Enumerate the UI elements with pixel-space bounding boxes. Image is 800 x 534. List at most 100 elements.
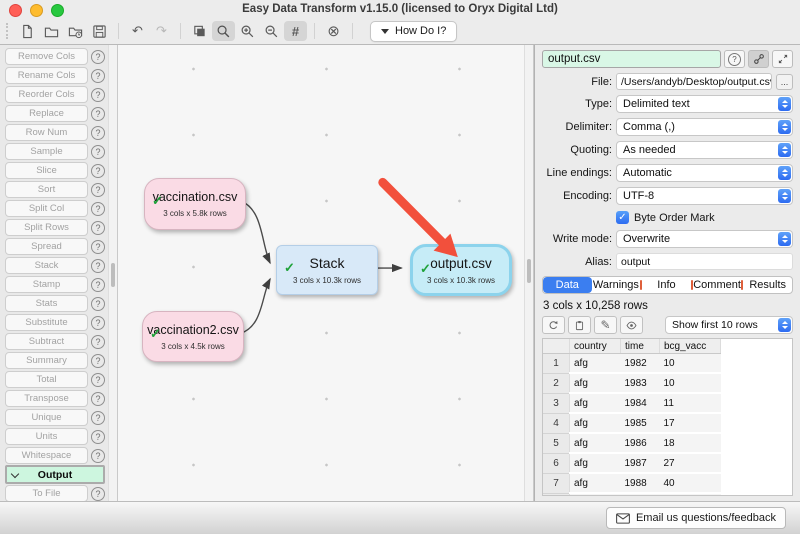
center-view-button[interactable] bbox=[188, 21, 211, 41]
open-recent-button[interactable] bbox=[64, 21, 87, 41]
table-cell[interactable]: 1986 bbox=[621, 433, 660, 453]
row-number[interactable]: 2 bbox=[543, 373, 570, 393]
line-endings-popup[interactable]: Automatic bbox=[616, 164, 793, 182]
sidebar-item-row-num[interactable]: Row Num bbox=[5, 124, 88, 141]
help-button[interactable]: ? bbox=[91, 335, 105, 349]
close-window-button[interactable] bbox=[9, 4, 22, 17]
row-number[interactable]: 7 bbox=[543, 473, 570, 493]
table-cell[interactable]: afg bbox=[570, 354, 621, 374]
sidebar-item-unique[interactable]: Unique bbox=[5, 409, 88, 426]
save-button[interactable] bbox=[88, 21, 111, 41]
write-mode-popup[interactable]: Overwrite bbox=[616, 230, 793, 248]
help-button[interactable]: ? bbox=[91, 373, 105, 387]
node-canvas[interactable]: ✓ vaccination.csv 3 cols x 5.8k rows ✓ v… bbox=[118, 45, 524, 501]
table-cell[interactable]: 17 bbox=[660, 413, 721, 433]
row-number[interactable]: 6 bbox=[543, 453, 570, 473]
email-feedback-button[interactable]: Email us questions/feedback bbox=[606, 507, 786, 529]
node-stack[interactable]: ✓ Stack 3 cols x 10.3k rows bbox=[276, 245, 378, 295]
help-button[interactable]: ? bbox=[91, 316, 105, 330]
type-popup[interactable]: Delimited text bbox=[616, 95, 793, 113]
help-button[interactable]: ? bbox=[91, 221, 105, 235]
alias-input[interactable]: output bbox=[616, 253, 793, 270]
tab-data[interactable]: Data bbox=[543, 277, 592, 293]
help-button[interactable]: ? bbox=[91, 107, 105, 121]
help-button[interactable]: ? bbox=[91, 50, 105, 64]
sidebar-item-stack[interactable]: Stack bbox=[5, 257, 88, 274]
sidebar-item-transpose[interactable]: Transpose bbox=[5, 390, 88, 407]
show-rows-popup[interactable]: Show first 10 rows bbox=[665, 316, 793, 334]
help-button[interactable]: ? bbox=[724, 50, 745, 68]
column-header-country[interactable]: country bbox=[570, 339, 621, 354]
table-cell[interactable]: afg bbox=[570, 373, 621, 393]
table-cell[interactable]: 10 bbox=[660, 373, 721, 393]
sidebar-item-units[interactable]: Units bbox=[5, 428, 88, 445]
browse-button[interactable]: ... bbox=[776, 74, 793, 90]
canvas-scrollbar[interactable] bbox=[524, 45, 534, 501]
toggle-grid-button[interactable]: # bbox=[284, 21, 307, 41]
sidebar-item-spread[interactable]: Spread bbox=[5, 238, 88, 255]
table-cell[interactable]: 18 bbox=[660, 433, 721, 453]
tab-results[interactable]: Results bbox=[743, 277, 792, 293]
help-button[interactable]: ? bbox=[91, 69, 105, 83]
node-vaccination-csv[interactable]: ✓ vaccination.csv 3 cols x 5.8k rows bbox=[144, 178, 246, 230]
table-cell[interactable]: afg bbox=[570, 493, 621, 496]
sidebar-item-summary[interactable]: Summary bbox=[5, 352, 88, 369]
help-button[interactable]: ? bbox=[91, 88, 105, 102]
help-button[interactable]: ? bbox=[91, 202, 105, 216]
minimize-window-button[interactable] bbox=[30, 4, 43, 17]
zoom-in-button[interactable] bbox=[236, 21, 259, 41]
sidebar-scrollbar[interactable] bbox=[108, 45, 118, 501]
table-cell[interactable]: afg bbox=[570, 393, 621, 413]
tab-info[interactable]: Info bbox=[642, 277, 691, 293]
help-button[interactable]: ? bbox=[91, 278, 105, 292]
sidebar-item-split-rows[interactable]: Split Rows bbox=[5, 219, 88, 236]
zoom-window-button[interactable] bbox=[51, 4, 64, 17]
help-button[interactable]: ? bbox=[91, 183, 105, 197]
preview-button[interactable] bbox=[620, 316, 643, 334]
help-button[interactable]: ? bbox=[91, 240, 105, 254]
help-button[interactable]: ? bbox=[91, 487, 105, 501]
row-number[interactable]: 4 bbox=[543, 413, 570, 433]
sidebar-item-slice[interactable]: Slice bbox=[5, 162, 88, 179]
tab-comment[interactable]: Comment bbox=[693, 277, 742, 293]
sidebar-item-sample[interactable]: Sample bbox=[5, 143, 88, 160]
sidebar-item-subtract[interactable]: Subtract bbox=[5, 333, 88, 350]
canvas-scroll-thumb[interactable] bbox=[527, 259, 531, 283]
help-button[interactable]: ? bbox=[91, 164, 105, 178]
sidebar-item-rename-cols[interactable]: Rename Cols bbox=[5, 67, 88, 84]
sidebar-section-output[interactable]: Output bbox=[5, 465, 105, 484]
how-do-i-button[interactable]: How Do I? bbox=[370, 21, 457, 42]
table-cell[interactable]: 40 bbox=[660, 473, 721, 493]
column-header-bcg-vacc[interactable]: bcg_vacc bbox=[660, 339, 721, 354]
table-cell[interactable]: afg bbox=[570, 433, 621, 453]
node-name-input[interactable]: output.csv bbox=[542, 50, 721, 68]
remove-button[interactable]: ⊗ bbox=[322, 21, 345, 41]
edit-button[interactable]: ✎ bbox=[594, 316, 617, 334]
open-button[interactable] bbox=[40, 21, 63, 41]
column-header-time[interactable]: time bbox=[621, 339, 660, 354]
copy-to-clipboard-button[interactable] bbox=[568, 316, 591, 334]
table-cell[interactable]: 1982 bbox=[621, 354, 660, 374]
table-cell[interactable]: 1988 bbox=[621, 473, 660, 493]
sidebar-item-split-col[interactable]: Split Col bbox=[5, 200, 88, 217]
node-vaccination2-csv[interactable]: ✓ vaccination2.csv 3 cols x 4.5k rows bbox=[142, 311, 244, 362]
sidebar-scroll-thumb[interactable] bbox=[111, 263, 115, 287]
row-number[interactable]: 3 bbox=[543, 393, 570, 413]
row-number[interactable]: 5 bbox=[543, 433, 570, 453]
table-cell[interactable]: 1987 bbox=[621, 453, 660, 473]
byte-order-mark-checkbox[interactable]: ✓ bbox=[616, 211, 629, 224]
link-button[interactable] bbox=[748, 50, 769, 68]
refresh-button[interactable] bbox=[542, 316, 565, 334]
quoting-popup[interactable]: As needed bbox=[616, 141, 793, 159]
sidebar-item-stamp[interactable]: Stamp bbox=[5, 276, 88, 293]
encoding-popup[interactable]: UTF-8 bbox=[616, 187, 793, 205]
sidebar-item-total[interactable]: Total bbox=[5, 371, 88, 388]
node-output-csv[interactable]: ✓ output.csv 3 cols x 10.3k rows bbox=[410, 244, 512, 296]
sidebar-item-to-file[interactable]: To File bbox=[5, 485, 88, 501]
undo-button[interactable]: ↶ bbox=[126, 21, 149, 41]
row-number[interactable]: 1 bbox=[543, 354, 570, 374]
sidebar-item-sort[interactable]: Sort bbox=[5, 181, 88, 198]
zoom-tool-button[interactable] bbox=[212, 21, 235, 41]
help-button[interactable]: ? bbox=[91, 411, 105, 425]
expand-button[interactable] bbox=[772, 50, 793, 68]
